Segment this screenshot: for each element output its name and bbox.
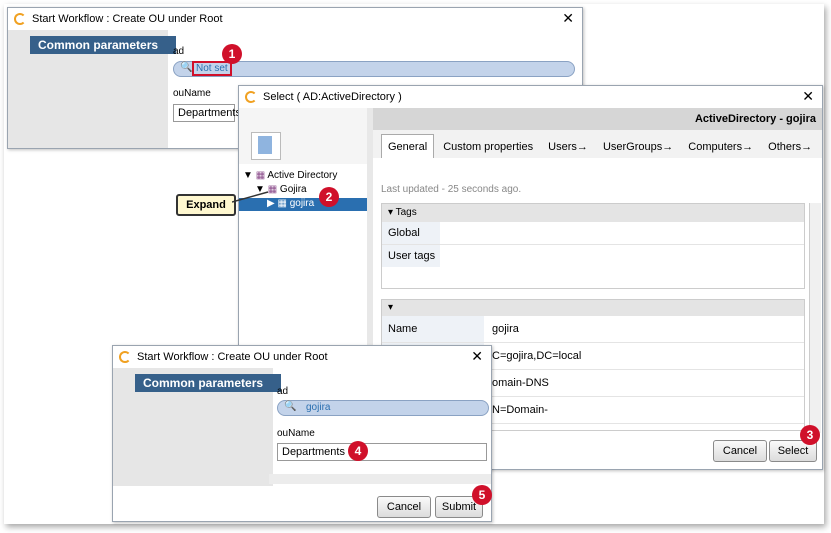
ouname-input[interactable]: Departments xyxy=(173,104,241,122)
tree-node-label: Active Directory xyxy=(267,170,338,181)
tag-label: Global tags xyxy=(382,222,440,261)
tags-header-label: Tags xyxy=(395,207,417,218)
orchestrator-logo-icon xyxy=(14,13,26,25)
tags-header[interactable]: ▾ Tags xyxy=(382,204,804,222)
inventory-icon xyxy=(258,136,272,154)
callout-pointer xyxy=(232,191,269,203)
tab-computers[interactable]: Computers→ xyxy=(682,135,759,159)
select-dialog-title: Select ( AD:ActiveDirectory ) xyxy=(263,91,402,103)
tab-general[interactable]: General xyxy=(381,134,435,159)
tab-usergroups[interactable]: UserGroups→ xyxy=(597,135,679,159)
ad-label: ad xyxy=(277,386,289,397)
ad-label: ad xyxy=(173,46,185,57)
tab-users[interactable]: Users→ xyxy=(542,135,594,159)
workflow-dialog-front: Start Workflow : Create OU under Root ✕ … xyxy=(112,345,492,522)
step-badge: 1 xyxy=(222,44,242,64)
property-value: C=gojira,DC=local xyxy=(492,350,582,362)
property-value: gojira xyxy=(492,323,519,335)
tree-node-active-directory[interactable]: ▼ ▦ Active Directory xyxy=(243,170,337,181)
search-icon: 🔍 xyxy=(284,401,297,412)
section-header: Common parameters xyxy=(30,36,176,54)
tab-bar: General Custom properties Users→ UserGro… xyxy=(381,134,818,159)
close-icon[interactable]: ✕ xyxy=(562,10,574,27)
ad-value: gojira xyxy=(306,402,331,413)
last-updated: Last updated - 25 seconds ago. xyxy=(381,184,522,195)
tag-label: User tags xyxy=(382,245,440,267)
tree-toolbar-button[interactable] xyxy=(251,132,281,160)
tag-value[interactable] xyxy=(440,245,804,267)
orchestrator-logo-icon xyxy=(245,91,257,103)
dialog-title: Start Workflow : Create OU under Root xyxy=(137,351,328,363)
cancel-button[interactable]: Cancel xyxy=(377,496,431,518)
section-header: Common parameters xyxy=(135,374,281,392)
tree-node-label: Gojira xyxy=(279,184,307,195)
property-value: N=Domain-DNS,CN=Schema,CN=Configuration,… xyxy=(492,404,548,416)
property-label: Name xyxy=(382,316,484,342)
orchestrator-logo-icon xyxy=(119,351,131,363)
tree-node-label: gojira xyxy=(289,198,315,209)
tag-value[interactable] xyxy=(440,222,804,244)
dialog-title: Start Workflow : Create OU under Root xyxy=(32,13,223,25)
step-badge: 2 xyxy=(319,187,339,207)
ad-value: Not set xyxy=(192,61,232,76)
search-icon: 🔍 xyxy=(180,62,193,73)
step-badge: 5 xyxy=(472,485,492,505)
vertical-scrollbar[interactable] xyxy=(809,203,821,433)
ad-chooser[interactable]: 🔍 gojira xyxy=(277,400,489,416)
properties-header[interactable]: ▾ xyxy=(382,300,804,316)
tags-panel: ▾ Tags Global tags User tags xyxy=(381,203,805,289)
ouname-input[interactable]: Departments xyxy=(277,443,487,461)
step-badge: 3 xyxy=(800,425,820,445)
tab-others[interactable]: Others→ xyxy=(762,135,818,159)
tag-row: Global tags xyxy=(382,222,804,261)
property-row: Name gojira xyxy=(382,316,804,343)
property-value: omain-DNS xyxy=(492,377,549,389)
tag-row: User tags xyxy=(382,245,804,267)
horizontal-scrollbar[interactable] xyxy=(269,474,491,484)
ouname-label: ouName xyxy=(277,428,315,439)
step-badge: 4 xyxy=(348,441,368,461)
ouname-label: ouName xyxy=(173,88,211,99)
detail-header: ActiveDirectory - gojira xyxy=(373,108,822,130)
tab-custom-properties[interactable]: Custom properties xyxy=(437,135,539,159)
expand-callout: Expand xyxy=(176,194,236,216)
close-icon[interactable]: ✕ xyxy=(471,348,483,365)
close-icon[interactable]: ✕ xyxy=(802,88,814,105)
cancel-button[interactable]: Cancel xyxy=(713,440,767,462)
